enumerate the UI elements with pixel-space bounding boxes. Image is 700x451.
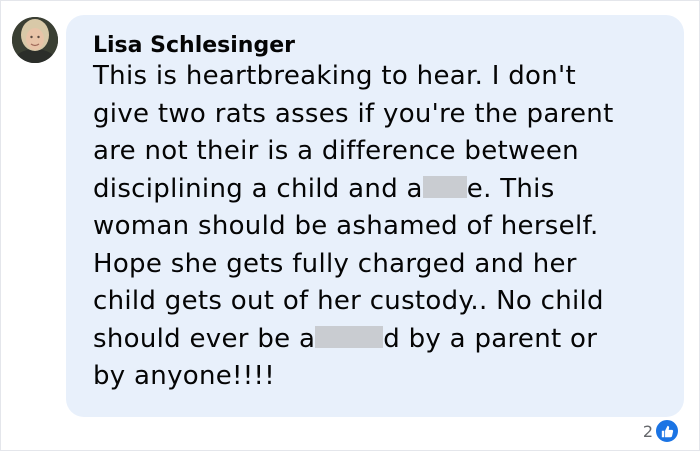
reaction-count: 2 bbox=[642, 421, 653, 441]
comment-line: should ever be ad by a parent or bbox=[93, 323, 598, 354]
comment-line: child gets out of her custody.. No child bbox=[93, 286, 604, 316]
comment-author[interactable]: Lisa Schlesinger bbox=[93, 33, 295, 58]
reaction-summary[interactable]: 2 bbox=[643, 419, 679, 443]
comment-line: by anyone!!!! bbox=[93, 361, 275, 391]
comment-line: disciplining a child and a e. This bbox=[93, 173, 555, 204]
avatar[interactable] bbox=[12, 17, 58, 63]
comment-line: are not their is a difference between bbox=[93, 136, 579, 166]
comment-line: give two rats asses if you're the parent bbox=[93, 98, 614, 129]
comment-line: Hope she gets fully charged and her bbox=[93, 248, 577, 279]
censored-word bbox=[422, 176, 467, 198]
profile-photo bbox=[12, 17, 58, 63]
thumbs-up-icon bbox=[655, 419, 679, 443]
comment-body: This is heartbreaking to hear. I don't g… bbox=[93, 58, 673, 396]
comment-line: woman should be ashamed of herself. bbox=[93, 211, 599, 241]
comment-line: This is heartbreaking to hear. I don't bbox=[93, 61, 576, 91]
censored-word bbox=[315, 326, 384, 348]
